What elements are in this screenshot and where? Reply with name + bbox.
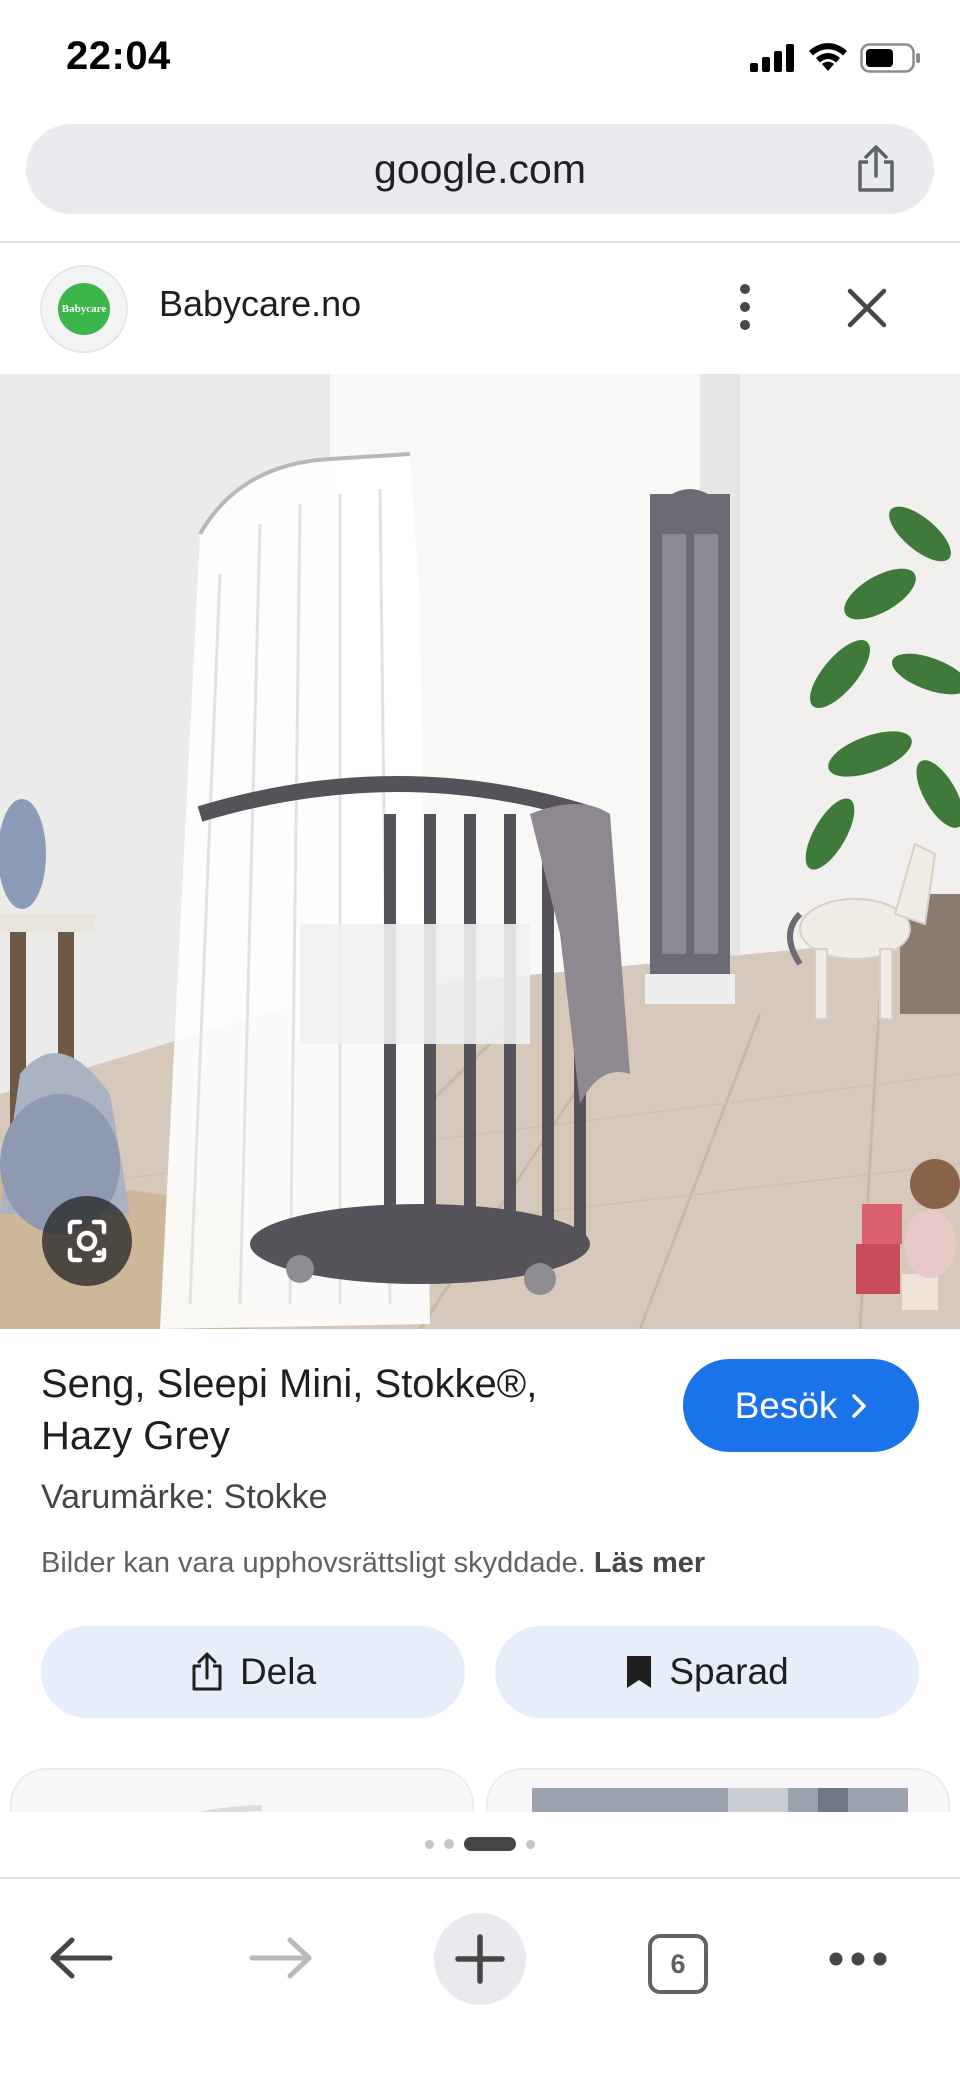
more-options-icon[interactable] xyxy=(828,1951,888,1967)
google-lens-button[interactable] xyxy=(42,1196,132,1286)
share-button-label: Dela xyxy=(239,1651,317,1692)
visit-button[interactable]: Besök xyxy=(683,1359,919,1452)
saved-button[interactable]: Sparad xyxy=(495,1626,919,1718)
source-header: Babycare Babycare.no xyxy=(0,243,960,373)
page-indicator xyxy=(0,1812,960,1876)
cellular-signal-icon xyxy=(750,44,794,72)
source-name[interactable]: Babycare.no xyxy=(159,283,361,325)
crib-photo xyxy=(0,374,960,1329)
share-icon[interactable] xyxy=(852,144,900,194)
address-bar[interactable]: google.com xyxy=(26,124,934,214)
copyright-text: Bilder kan vara upphovsrättsligt skyddad… xyxy=(41,1547,586,1579)
tab-count: 6 xyxy=(670,1948,686,1979)
plus-icon xyxy=(455,1934,505,1984)
new-tab-button[interactable] xyxy=(434,1913,526,2005)
page-dot-active xyxy=(464,1837,516,1851)
product-image[interactable] xyxy=(0,374,960,1329)
page-dot xyxy=(444,1839,454,1849)
battery-icon xyxy=(860,43,920,73)
product-title-line-2: Hazy Grey xyxy=(41,1414,230,1458)
saved-button-label: Sparad xyxy=(669,1651,789,1692)
bottom-toolbar: 6 xyxy=(0,1879,960,2079)
page-dot xyxy=(425,1839,434,1849)
bookmark-icon xyxy=(627,1656,652,1688)
tab-switcher-button[interactable]: 6 xyxy=(648,1934,708,1994)
source-favicon[interactable]: Babycare xyxy=(40,265,128,353)
share-icon xyxy=(192,1652,222,1691)
status-time: 22:04 xyxy=(66,34,171,78)
page-dot xyxy=(526,1839,535,1849)
share-button[interactable]: Dela xyxy=(41,1626,465,1718)
status-bar: 22:04 xyxy=(0,0,960,118)
back-arrow-icon[interactable] xyxy=(48,1935,114,1981)
chevron-right-icon xyxy=(852,1393,867,1418)
google-lens-icon xyxy=(67,1219,107,1263)
visit-button-label: Besök xyxy=(734,1384,838,1426)
copyright-notice: Bilder kan vara upphovsrättsligt skyddad… xyxy=(41,1547,705,1580)
product-title-line-1: Seng, Sleepi Mini, Stokke®, xyxy=(41,1362,538,1406)
babycare-logo: Babycare xyxy=(58,283,110,335)
url-text[interactable]: google.com xyxy=(26,146,934,193)
brand-line: Varumärke: Stokke xyxy=(41,1478,328,1516)
vertical-dots-icon[interactable] xyxy=(730,277,760,337)
status-icons xyxy=(750,42,922,74)
learn-more-link[interactable]: Läs mer xyxy=(594,1547,705,1579)
product-title: Seng, Sleepi Mini, Stokke®, Hazy Grey xyxy=(41,1358,641,1462)
forward-arrow-icon[interactable] xyxy=(248,1935,314,1981)
close-icon[interactable] xyxy=(842,283,892,333)
wifi-icon xyxy=(809,43,847,71)
